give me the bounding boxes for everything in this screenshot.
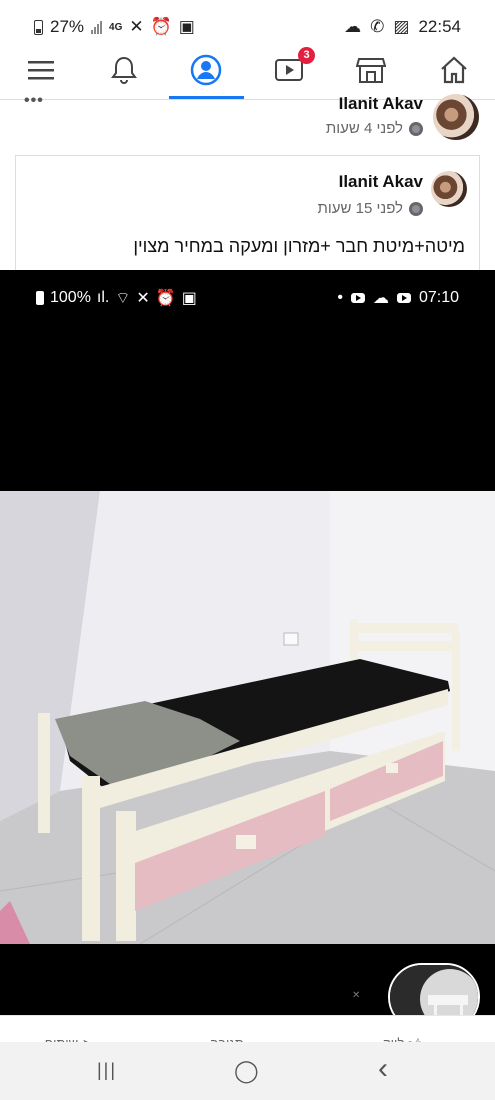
cloud-icon: ☁: [372, 290, 389, 307]
alarm-icon: ⏰: [155, 290, 176, 307]
call-icon: ✆: [370, 17, 385, 36]
post-actions-row: שיתוף ➤ תגובה ▭ לייק 👍︎: [0, 1015, 495, 1051]
mute-icon: ✕: [136, 290, 150, 307]
back-button[interactable]: ‹: [378, 1052, 388, 1086]
dot-icon: •: [337, 289, 343, 306]
battery-percent: 27%: [50, 17, 85, 36]
top-nav-bar: 3: [0, 44, 495, 100]
status-left: 27% 4G ✕ ⏰ ▣: [34, 17, 195, 37]
watch-badge: 3: [298, 47, 315, 64]
embedded-time: 07:10: [418, 289, 459, 306]
embedded-status-right: • ☁ 07:10: [337, 288, 459, 308]
signal-icon: [91, 20, 103, 34]
post-time-row: לפני 4 שעות: [326, 120, 423, 137]
lock-app-icon: ▣: [178, 17, 195, 36]
status-right: ☁ ✆ ▨ 22:54: [344, 17, 461, 37]
youtube-icon: [350, 293, 365, 303]
notifications-icon[interactable]: [106, 52, 142, 88]
globe-icon: [409, 201, 423, 216]
post-options-button[interactable]: •••: [24, 92, 44, 110]
home-icon[interactable]: [436, 52, 472, 88]
close-mini-icon[interactable]: ✕: [352, 990, 360, 1001]
globe-icon: [409, 121, 423, 136]
wifi-icon: ⌔: [115, 290, 131, 307]
youtube-icon: [396, 293, 411, 303]
clock-time: 22:54: [418, 17, 461, 36]
battery-icon: [34, 19, 43, 35]
image-icon: ▨: [393, 17, 410, 36]
shared-post-time[interactable]: לפני 15 שעות: [318, 200, 404, 217]
shared-avatar[interactable]: [431, 171, 467, 207]
post-text: מיטה+מיטת חבר +מזרון ומעקה במחיר מצוין: [133, 236, 465, 256]
bed-photo: [0, 491, 495, 944]
profile-icon[interactable]: [188, 52, 224, 88]
battery-icon: [36, 291, 44, 305]
embedded-battery: 100%: [50, 289, 91, 306]
shared-post-header: Ilanit Akav לפני 15 שעות: [318, 172, 423, 217]
cloud-icon: ☁: [344, 17, 362, 36]
menu-icon[interactable]: [23, 52, 59, 88]
recent-apps-button[interactable]: |||: [97, 1060, 117, 1081]
shared-time-row: לפני 15 שעות: [318, 200, 423, 217]
active-tab-indicator: [169, 96, 244, 99]
post-header: Ilanit Akav לפני 4 שעות: [326, 94, 423, 137]
lock-app-icon: ▣: [181, 290, 197, 307]
signal-icon: ıl.: [96, 289, 110, 306]
shared-author-name[interactable]: Ilanit Akav: [318, 172, 423, 192]
mute-icon: ✕: [129, 17, 144, 36]
system-nav-bar: ||| ◯ ‹: [0, 1042, 495, 1100]
alarm-icon: ⏰: [150, 17, 172, 36]
embedded-status-left: 100% ıl. ⌔ ✕ ⏰ ▣: [36, 288, 197, 308]
home-button[interactable]: ◯: [234, 1058, 259, 1084]
watch-icon[interactable]: 3: [271, 47, 315, 88]
post-time[interactable]: לפני 4 שעות: [326, 120, 403, 137]
network-type: 4G: [109, 21, 123, 33]
avatar[interactable]: [433, 94, 479, 140]
post-author-name[interactable]: Ilanit Akav: [326, 94, 423, 114]
marketplace-icon[interactable]: [353, 52, 389, 88]
